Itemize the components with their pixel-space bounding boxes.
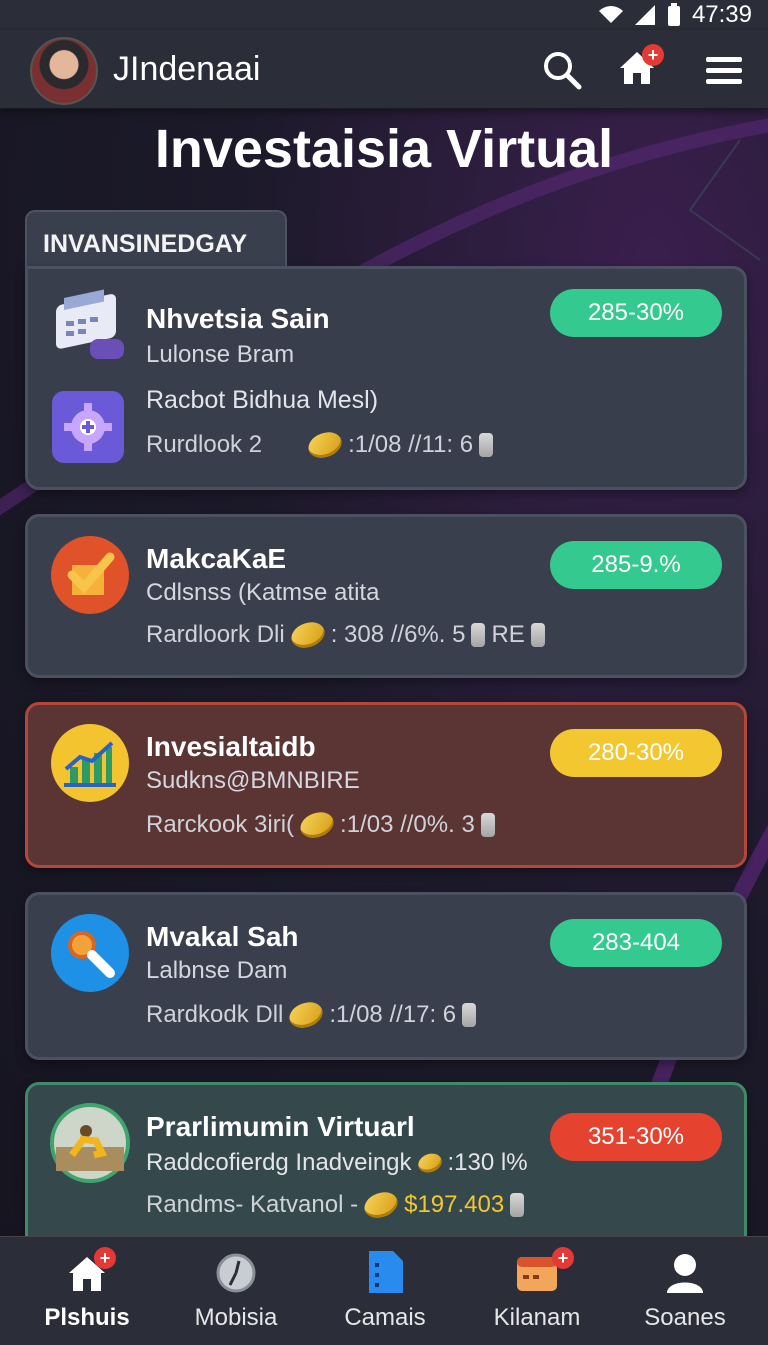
return-pill[interactable]: 283-404 xyxy=(550,919,722,967)
meta-label: Randms- Katvanol - xyxy=(146,1191,359,1218)
card-subtitle: Sudkns@BMNBIRE xyxy=(146,767,360,794)
nav-label: Kilanam xyxy=(493,1304,581,1331)
meta-value: : 308 //6%. 5 xyxy=(330,621,466,648)
profile-icon xyxy=(667,1254,703,1293)
magnifier-icon xyxy=(51,914,129,992)
coin-icon xyxy=(287,617,328,653)
return-pill[interactable]: 351-30% xyxy=(550,1113,722,1161)
meta-value: :1/03 //0%. 3 xyxy=(340,811,475,838)
notifications-button[interactable]: + xyxy=(614,44,664,94)
nav-badge: + xyxy=(94,1247,116,1269)
gear-icon xyxy=(52,391,124,463)
jar-icon xyxy=(530,623,545,647)
return-pill[interactable]: 285-9.% xyxy=(550,541,722,589)
coin-icon xyxy=(361,1187,402,1223)
meta-label: Rardkodk Dll xyxy=(146,1001,284,1028)
card-subtitle: Raddcofierdg Inadveingk xyxy=(146,1149,412,1176)
meta-label: Rarckook 3iri( xyxy=(146,811,295,838)
card-meta: Rurdlook 2 :1/08 //11: 6 xyxy=(146,427,494,463)
meta-extra: RE xyxy=(491,621,525,648)
jar-icon xyxy=(462,1003,477,1027)
section-label: INVANSINEDGAY xyxy=(43,230,248,258)
nav-item-documents[interactable]: Camais xyxy=(310,1237,460,1345)
investment-card[interactable]: Mvakal Sah Lalbnse Dam 283-404 Rardkodk … xyxy=(25,892,747,1060)
nav-item-clock[interactable]: Mobisia xyxy=(161,1237,311,1345)
nav-label: Camais xyxy=(344,1304,426,1331)
card-title: MakcaKaE xyxy=(146,543,287,574)
investment-card[interactable]: MakcaKaE Cdlsnss (Katmse atita 285-9.% R… xyxy=(25,514,747,678)
jar-icon xyxy=(471,623,486,647)
status-time: 47:39 xyxy=(691,1,752,28)
battery-icon xyxy=(667,3,680,26)
card-subtitle-row: Raddcofierdg Inadveingk :130 l% xyxy=(146,1149,528,1177)
bar-chart-icon xyxy=(51,724,129,802)
search-icon[interactable] xyxy=(540,48,584,92)
coin-icon xyxy=(296,807,338,843)
avatar[interactable] xyxy=(30,37,98,105)
card-meta: Randms- Katvanol - $197.403 xyxy=(146,1187,525,1223)
nav-label: Plshuis xyxy=(44,1304,130,1331)
wifi-icon xyxy=(598,6,623,23)
card-title: Prarlimumin Virtuarl xyxy=(146,1111,415,1142)
status-bar: 47:39 xyxy=(0,0,768,30)
nav-item-profile[interactable]: Soanes xyxy=(610,1237,760,1345)
menu-icon[interactable] xyxy=(702,48,746,92)
meta-label: Rurdlook 2 xyxy=(146,431,263,458)
section-tab[interactable]: INVANSINEDGAY xyxy=(25,210,287,274)
card-meta: Rardkodk Dll :1/08 //17: 6 xyxy=(146,997,477,1033)
signal-icon xyxy=(634,5,655,25)
meta-value: :1/08 //17: 6 xyxy=(329,1001,457,1028)
nav-item-wallet[interactable]: + Kilanam xyxy=(462,1237,612,1345)
investment-card[interactable]: Prarlimumin Virtuarl Raddcofierdg Inadve… xyxy=(25,1082,747,1248)
jar-icon xyxy=(510,1193,525,1217)
investment-card[interactable]: Nhvetsia Sain Lulonse Bram 285-30% Racbo… xyxy=(25,266,747,490)
notification-badge: + xyxy=(642,44,664,66)
app-bar: JIndenaai + xyxy=(0,30,768,109)
card-subtitle: Lalbnse Dam xyxy=(146,957,288,984)
document-icon xyxy=(369,1251,403,1293)
wallet-icon xyxy=(517,1257,557,1291)
bottom-nav: + Plshuis Mobisia Camais + Kilanam Soane… xyxy=(0,1236,768,1345)
nav-item-home[interactable]: + Plshuis xyxy=(12,1237,162,1345)
investment-card[interactable]: Invesialtaidb Sudkns@BMNBIRE 280-30% Rar… xyxy=(25,702,747,868)
card-meta: Rardloork Dli : 308 //6%. 5 RE xyxy=(146,617,545,653)
card-detail: Racbot Bidhua Mesl) xyxy=(146,386,379,414)
card-subtitle: Cdlsnss (Katmse atita xyxy=(146,579,380,606)
card-title: Mvakal Sah xyxy=(146,921,299,952)
clock-icon xyxy=(216,1253,256,1293)
jar-icon xyxy=(480,813,495,837)
meta-value: $197.403 xyxy=(404,1191,505,1218)
app-title: JIndenaai xyxy=(113,50,261,88)
athlete-avatar-icon xyxy=(50,1103,130,1183)
coin-icon xyxy=(415,1150,444,1176)
return-pill[interactable]: 285-30% xyxy=(550,289,722,337)
check-icon xyxy=(51,536,129,614)
coin-icon xyxy=(304,427,346,463)
jar-icon xyxy=(479,433,494,457)
meta-label: Rardloork Dli xyxy=(146,621,285,648)
card-meta: Rarckook 3iri( :1/03 //0%. 3 xyxy=(146,807,495,843)
meta-value: :1/08 //11: 6 xyxy=(348,431,474,458)
coin-icon xyxy=(286,997,327,1033)
nav-label: Mobisia xyxy=(194,1304,278,1331)
nav-label: Soanes xyxy=(644,1304,726,1331)
card-title: Nhvetsia Sain xyxy=(146,303,330,334)
page-title: Investaisia Virtual xyxy=(154,119,614,179)
nav-badge: + xyxy=(552,1247,574,1269)
card-subtitle-value: :130 l% xyxy=(447,1149,528,1176)
calculator-icon xyxy=(56,289,124,359)
card-subtitle: Lulonse Bram xyxy=(146,341,295,368)
return-pill[interactable]: 280-30% xyxy=(550,729,722,777)
card-title: Invesialtaidb xyxy=(146,731,316,762)
